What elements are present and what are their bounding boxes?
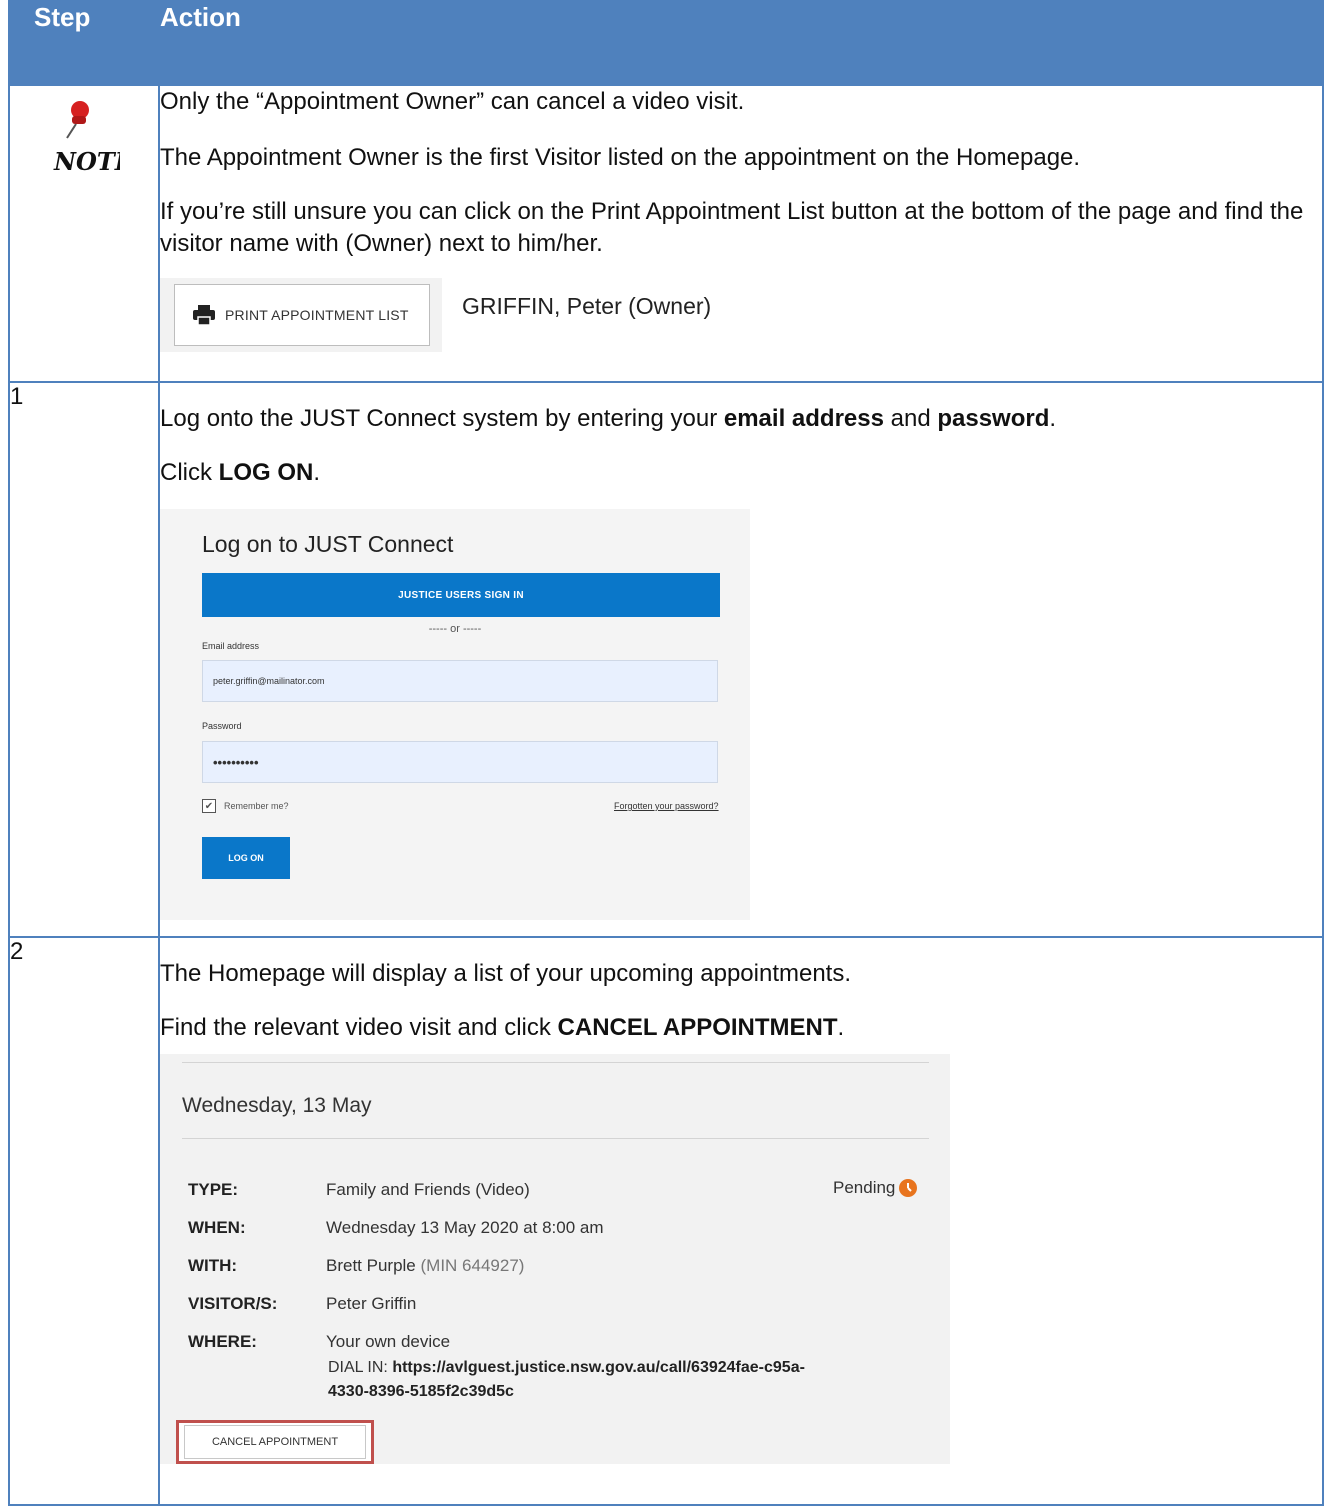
print-button-label: PRINT APPOINTMENT LIST [225, 307, 409, 323]
cancel-highlight: CANCEL APPOINTMENT [176, 1420, 374, 1464]
appointment-date: Wednesday, 13 May [182, 1094, 372, 1117]
dial-in-url-line-1[interactable]: https://avlguest.justice.nsw.gov.au/call… [392, 1359, 805, 1376]
note-row: NOTE Only the “Appointment Owner” can ca… [8, 84, 1324, 383]
justice-users-sign-in-button[interactable]: JUSTICE USERS SIGN IN [202, 573, 720, 617]
step-1-number: 1 [8, 381, 160, 938]
step-1-content: Log onto the JUST Connect system by ente… [158, 381, 1324, 938]
remember-checkbox-icon[interactable]: ✔ [202, 799, 216, 813]
cancel-appointment-button[interactable]: CANCEL APPOINTMENT [184, 1425, 366, 1459]
top-divider [182, 1062, 929, 1063]
step-1-click-prefix: Click [160, 459, 219, 486]
login-title: Log on to JUST Connect [202, 531, 454, 557]
note-line-2: The Appointment Owner is the first Visit… [160, 144, 1081, 171]
note-label: NOTE [53, 147, 120, 176]
print-bar: PRINT APPOINTMENT LIST [160, 278, 442, 352]
step-1-password-bold: password [937, 405, 1050, 432]
when-value: Wednesday 13 May 2020 at 8:00 am [326, 1218, 604, 1237]
table-header-row: Step Action [8, 0, 1324, 86]
password-field[interactable]: •••••••••• [202, 741, 718, 783]
password-label: Password [202, 721, 242, 731]
remember-me[interactable]: ✔ Remember me? [202, 799, 289, 813]
when-label: WHEN: [188, 1218, 246, 1237]
step-2-line-2-bold: CANCEL APPOINTMENT [557, 1014, 838, 1041]
owner-name: GRIFFIN, Peter (Owner) [462, 292, 712, 319]
note-icon: NOTE [10, 86, 134, 176]
step-2-line-2: Find the relevant video visit and click … [160, 1012, 1322, 1044]
step-1-instruction: Log onto the JUST Connect system by ente… [160, 403, 1322, 435]
step-2-line-1: The Homepage will display a list of your… [160, 960, 852, 987]
step-1-row: 1 Log onto the JUST Connect system by en… [8, 381, 1324, 938]
dial-in-url-line-2[interactable]: 4330-8396-5185f2c39d5c [328, 1383, 514, 1400]
note-content: Only the “Appointment Owner” can cancel … [158, 84, 1324, 383]
step-1-text-a: Log onto the JUST Connect system by ente… [160, 405, 724, 432]
note-line-1: Only the “Appointment Owner” can cancel … [160, 88, 745, 115]
appointment-card: Wednesday, 13 May Pending TYPE: Family a… [160, 1054, 950, 1464]
forgot-password-link[interactable]: Forgotten your password? [614, 801, 719, 811]
note-icon-cell: NOTE [8, 84, 160, 383]
date-divider [182, 1138, 929, 1139]
procedure-document: Step Action NOTE Only the “Appointment O… [8, 0, 1324, 1506]
login-panel: Log on to JUST Connect JUSTICE USERS SIG… [160, 509, 750, 920]
step-2-content: The Homepage will display a list of your… [158, 936, 1324, 1506]
with-min: (MIN 644927) [420, 1256, 525, 1275]
dial-in-label: DIAL IN: [328, 1359, 393, 1376]
email-label: Email address [202, 641, 260, 651]
step-1-click-bold: LOG ON [218, 459, 314, 486]
with-label: WITH: [188, 1256, 238, 1275]
step-column-header: Step [8, 0, 160, 86]
log-on-button[interactable]: LOG ON [202, 837, 290, 879]
or-divider: ----- or ----- [428, 623, 482, 635]
dial-in: DIAL IN: https://avlguest.justice.nsw.go… [328, 1356, 805, 1404]
printer-icon [193, 305, 215, 325]
note-line-3: If you’re still unsure you can click on … [160, 198, 1304, 257]
remember-label: Remember me? [224, 801, 289, 811]
print-example: PRINT APPOINTMENT LIST GRIFFIN, Peter (O… [160, 260, 1322, 352]
step-1-click-end: . [313, 459, 321, 486]
visitors-value: Peter Griffin [326, 1294, 417, 1313]
step-2-line-2-prefix: Find the relevant video visit and click [160, 1014, 558, 1041]
step-2-line-2-end: . [837, 1014, 845, 1041]
action-column-header: Action [158, 0, 1324, 86]
type-label: TYPE: [188, 1180, 239, 1199]
where-value: Your own device [326, 1332, 451, 1351]
with-value: Brett Purple (MIN 644927) [326, 1256, 926, 1276]
steps-table: Step Action NOTE Only the “Appointment O… [8, 0, 1324, 1506]
step-1-text-end: . [1049, 405, 1057, 432]
email-field[interactable]: peter.griffin@mailinator.com [202, 660, 718, 702]
with-name: Brett Purple [326, 1256, 416, 1275]
type-value: Family and Friends (Video) [326, 1180, 530, 1199]
step-1-click: Click LOG ON. [160, 457, 1322, 489]
step-1-email-bold: email address [723, 405, 884, 432]
step-2-number: 2 [8, 936, 160, 1506]
step-1-text-and: and [883, 405, 938, 432]
where-label: WHERE: [188, 1332, 257, 1351]
print-appointment-list-button[interactable]: PRINT APPOINTMENT LIST [174, 284, 430, 346]
step-2-row: 2 The Homepage will display a list of yo… [8, 936, 1324, 1506]
visitors-label: VISITOR/S: [188, 1294, 278, 1313]
